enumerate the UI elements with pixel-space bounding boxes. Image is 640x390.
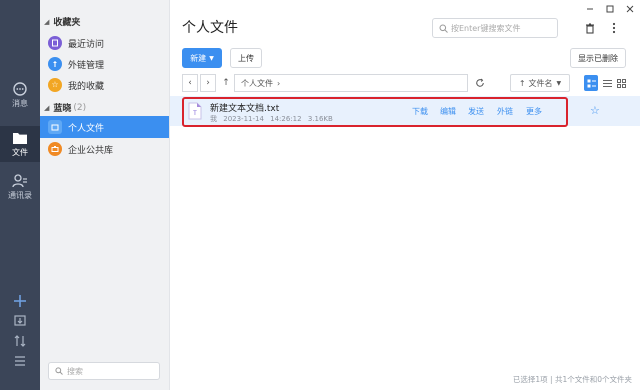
rail-label-files: 文件 — [12, 147, 28, 157]
app-rail: 消息 文件 通讯录 — [0, 0, 40, 390]
file-search-input[interactable]: 按Enter键搜索文件 — [432, 18, 558, 38]
arrow-up-icon: ↑ — [222, 78, 230, 88]
file-modified: 2023-11-14 14:26:12 — [223, 115, 302, 123]
path-bar: ‹ › ↑ 个人文件 › ↑ 文件名 ▼ — [182, 74, 628, 92]
sidebar-item-label: 个人文件 — [68, 123, 105, 134]
page-title: 个人文件 — [182, 20, 238, 36]
chevron-left-icon: ‹ — [188, 78, 192, 88]
forward-button[interactable]: › — [200, 74, 216, 92]
menu-icon[interactable] — [12, 354, 28, 368]
view-grid-button[interactable] — [614, 75, 628, 91]
show-deleted-button[interactable]: 显示已删除 — [570, 48, 626, 68]
link-icon — [48, 57, 62, 71]
recent-icon — [48, 36, 62, 50]
maximize-icon[interactable] — [604, 4, 616, 14]
sidebar-item-links[interactable]: 外链管理 — [40, 53, 169, 75]
personal-folder-icon — [48, 120, 62, 134]
search-icon — [439, 24, 448, 33]
sort-label: 文件名 — [528, 78, 553, 88]
file-meta: 我 2023-11-14 14:26:12 3.16KB — [210, 114, 333, 124]
breadcrumb[interactable]: 个人文件 › — [234, 74, 468, 92]
sidebar-item-label: 最近访问 — [68, 39, 105, 50]
minimize-icon[interactable] — [584, 4, 596, 14]
folder-icon — [13, 132, 27, 144]
sidebar-search-input[interactable]: 搜索 — [48, 362, 160, 380]
library-icon — [48, 142, 62, 156]
sidebar: ◢ 收藏夹 最近访问 外链管理 ☆ 我的收藏 ◢ 蓝晓 (2) 个人文件 企业公… — [40, 0, 170, 390]
sidebar-search-placeholder: 搜索 — [67, 366, 83, 376]
collapse-triangle-icon: ◢ — [44, 103, 50, 112]
trash-icon[interactable] — [582, 20, 598, 36]
file-name[interactable]: 新建文本文档.txt — [210, 101, 279, 114]
sort-arrow-up-icon: ↑ — [518, 78, 526, 88]
chevron-down-icon: ▼ — [556, 79, 562, 87]
sort-dropdown[interactable]: ↑ 文件名 ▼ — [510, 74, 570, 92]
grid-view-icon — [616, 78, 626, 88]
download-icon[interactable] — [12, 314, 28, 328]
back-button[interactable]: ‹ — [182, 74, 198, 92]
send-action[interactable]: 发送 — [468, 106, 484, 117]
rail-label-contacts: 通讯录 — [8, 190, 32, 200]
chevron-right-icon: › — [206, 78, 210, 88]
sidebar-item-my-favorites[interactable]: ☆ 我的收藏 — [40, 74, 169, 96]
share-link-action[interactable]: 外链 — [497, 106, 513, 117]
detail-view-icon — [587, 79, 596, 87]
file-list-row[interactable]: T 新建文本文档.txt 我 2023-11-14 14:26:12 3.16K… — [170, 96, 640, 127]
sidebar-item-label: 企业公共库 — [68, 145, 114, 156]
favorites-section-title[interactable]: ◢ 收藏夹 — [44, 15, 80, 29]
view-detail-button[interactable] — [584, 75, 598, 91]
svg-text:T: T — [193, 111, 197, 117]
chat-bubble-icon — [13, 81, 27, 96]
collapse-triangle-icon: ◢ — [44, 17, 50, 26]
download-action[interactable]: 下载 — [412, 106, 428, 117]
group-section-title[interactable]: ◢ 蓝晓 (2) — [44, 101, 87, 115]
contacts-icon — [12, 173, 27, 187]
upload-button[interactable]: 上传 — [230, 48, 262, 68]
sidebar-item-recent[interactable]: 最近访问 — [40, 32, 169, 54]
rail-label-messages: 消息 — [12, 98, 28, 108]
transfer-icon[interactable] — [12, 334, 28, 348]
chevron-down-icon: ▼ — [209, 54, 214, 62]
plus-icon[interactable] — [12, 294, 28, 308]
file-owner: 我 — [210, 115, 217, 123]
new-button-label: 新建 — [190, 53, 207, 63]
close-icon[interactable] — [624, 4, 636, 14]
view-list-button[interactable] — [600, 75, 614, 91]
rail-item-contacts[interactable]: 通讯录 — [0, 170, 40, 204]
rail-item-messages[interactable]: 消息 — [0, 78, 40, 112]
status-bar: 已选择1项 | 共1个文件和0个文件夹 — [512, 375, 632, 384]
rail-item-files[interactable]: 文件 — [0, 126, 40, 162]
sidebar-item-personal-files[interactable]: 个人文件 — [40, 116, 169, 138]
sidebar-item-label: 我的收藏 — [68, 81, 105, 92]
file-size: 3.16KB — [307, 115, 333, 123]
chevron-right-icon: › — [277, 78, 281, 88]
list-view-icon — [602, 79, 612, 87]
text-file-icon: T — [188, 102, 202, 120]
more-action[interactable]: 更多 — [526, 106, 542, 117]
search-icon — [55, 367, 63, 375]
group-count: (2) — [73, 102, 87, 113]
edit-action[interactable]: 编辑 — [440, 106, 456, 117]
new-button[interactable]: 新建 ▼ — [182, 48, 222, 68]
sidebar-item-label: 外链管理 — [68, 60, 105, 71]
star-icon: ☆ — [48, 78, 62, 92]
sidebar-item-enterprise-library[interactable]: 企业公共库 — [40, 138, 169, 160]
more-vertical-icon[interactable] — [606, 20, 622, 36]
refresh-button[interactable] — [472, 74, 488, 92]
favorite-star-icon[interactable]: ☆ — [590, 104, 600, 117]
refresh-icon — [476, 78, 484, 87]
up-button[interactable]: ↑ — [218, 74, 234, 92]
main-panel: 个人文件 按Enter键搜索文件 新建 ▼ 上传 显示已删除 ‹ › ↑ 个人文… — [170, 0, 640, 390]
breadcrumb-item[interactable]: 个人文件 — [241, 78, 273, 89]
file-search-placeholder: 按Enter键搜索文件 — [451, 23, 521, 33]
